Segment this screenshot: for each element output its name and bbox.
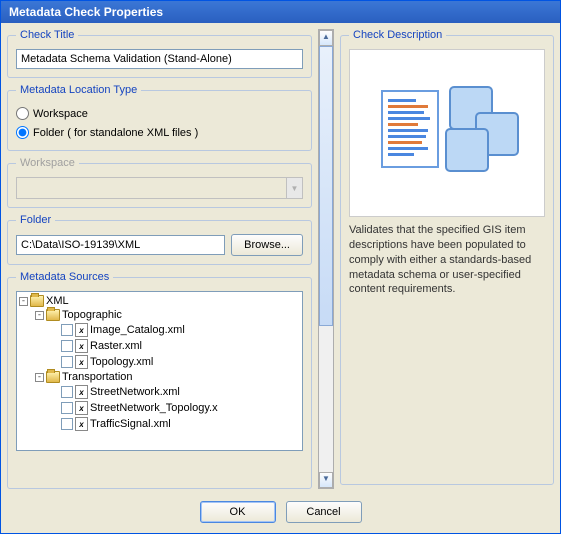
xml-file-icon: x	[75, 401, 88, 415]
tree-file-label[interactable]: StreetNetwork_Topology.x	[90, 402, 218, 414]
workspace-group: Workspace ▼	[7, 157, 312, 208]
tree-checkbox[interactable]	[61, 340, 73, 352]
tree-file-label[interactable]: Topology.xml	[90, 356, 153, 368]
tree-checkbox[interactable]	[61, 324, 73, 336]
chevron-down-icon: ▼	[286, 178, 302, 198]
folder-group: Folder Browse...	[7, 214, 312, 265]
metadata-schema-icon	[372, 73, 522, 193]
metadata-sources-legend: Metadata Sources	[16, 271, 113, 283]
tree-file-label[interactable]: Image_Catalog.xml	[90, 324, 185, 336]
window-titlebar: Metadata Check Properties	[1, 1, 560, 23]
check-description-group: Check Description	[340, 29, 554, 485]
tree-checkbox[interactable]	[61, 418, 73, 430]
tree-group-label[interactable]: Topographic	[62, 309, 122, 321]
tree-file-label[interactable]: Raster.xml	[90, 340, 142, 352]
xml-file-icon: x	[75, 323, 88, 337]
scroll-up-icon[interactable]: ▲	[319, 30, 333, 46]
ok-button[interactable]: OK	[200, 501, 276, 523]
tree-group-label[interactable]: Transportation	[62, 371, 133, 383]
cancel-button[interactable]: Cancel	[286, 501, 362, 523]
tree-file-label[interactable]: TrafficSignal.xml	[90, 418, 171, 430]
location-type-legend: Metadata Location Type	[16, 84, 141, 96]
location-type-group: Metadata Location Type Workspace Folder …	[7, 84, 312, 151]
check-title-legend: Check Title	[16, 29, 78, 41]
scroll-down-icon[interactable]: ▼	[319, 472, 333, 488]
tree-collapse-icon[interactable]: -	[35, 311, 44, 320]
tree-file-label[interactable]: StreetNetwork.xml	[90, 386, 180, 398]
tree-root-label[interactable]: XML	[46, 295, 69, 307]
metadata-sources-tree[interactable]: - XML - Topographic xImage_Catalog.xml x…	[16, 291, 303, 451]
xml-file-icon: x	[75, 339, 88, 353]
tree-checkbox[interactable]	[61, 356, 73, 368]
check-title-input[interactable]	[16, 49, 303, 69]
check-description-text: Validates that the specified GIS item de…	[349, 223, 545, 297]
folder-path-input[interactable]	[16, 235, 225, 255]
workspace-legend: Workspace	[16, 157, 79, 169]
folder-radio-label: Folder ( for standalone XML files )	[33, 127, 198, 139]
folder-icon	[30, 295, 44, 307]
xml-file-icon: x	[75, 355, 88, 369]
check-description-legend: Check Description	[349, 29, 446, 41]
browse-button[interactable]: Browse...	[231, 234, 303, 256]
folder-legend: Folder	[16, 214, 55, 226]
folder-icon	[46, 309, 60, 321]
workspace-radio[interactable]	[16, 107, 29, 120]
tree-collapse-icon[interactable]: -	[35, 373, 44, 382]
dialog-footer: OK Cancel	[1, 495, 560, 529]
tree-checkbox[interactable]	[61, 402, 73, 414]
scroll-thumb[interactable]	[319, 46, 333, 326]
workspace-dropdown: ▼	[16, 177, 303, 199]
metadata-sources-group: Metadata Sources - XML - Topographic xIm…	[7, 271, 312, 489]
folder-radio[interactable]	[16, 126, 29, 139]
check-title-group: Check Title	[7, 29, 312, 78]
check-description-image	[349, 49, 545, 217]
left-panel-scrollbar[interactable]: ▲ ▼	[318, 29, 334, 489]
folder-icon	[46, 371, 60, 383]
tree-collapse-icon[interactable]: -	[19, 297, 28, 306]
workspace-radio-label: Workspace	[33, 108, 88, 120]
xml-file-icon: x	[75, 417, 88, 431]
xml-file-icon: x	[75, 385, 88, 399]
tree-checkbox[interactable]	[61, 386, 73, 398]
